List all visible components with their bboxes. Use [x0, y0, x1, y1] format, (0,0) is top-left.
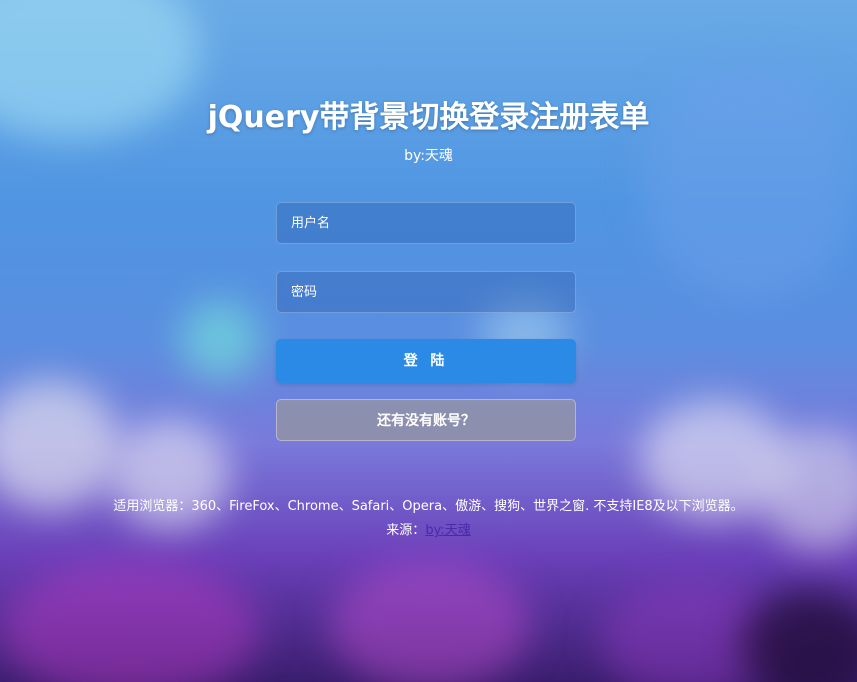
- page-subtitle: by:天魂: [404, 148, 453, 164]
- source-prefix: 来源：: [386, 523, 426, 538]
- login-container: jQuery带背景切换登录注册表单 by:天魂 登 陆 还有没有账号？ 适用浏览…: [0, 0, 857, 682]
- source-link[interactable]: by:天魂: [425, 523, 470, 538]
- password-input[interactable]: [276, 271, 576, 313]
- browser-compat-text: 适用浏览器：360、FireFox、Chrome、Safari、Opera、傲游…: [113, 499, 744, 514]
- page-title: jQuery带背景切换登录注册表单: [207, 100, 650, 135]
- source-line: 来源：by:天魂: [0, 519, 857, 538]
- username-input[interactable]: [276, 202, 576, 244]
- login-button[interactable]: 登 陆: [276, 339, 576, 383]
- login-page: jQuery带背景切换登录注册表单 by:天魂 登 陆 还有没有账号？ 适用浏览…: [0, 0, 857, 682]
- register-button[interactable]: 还有没有账号？: [276, 399, 576, 441]
